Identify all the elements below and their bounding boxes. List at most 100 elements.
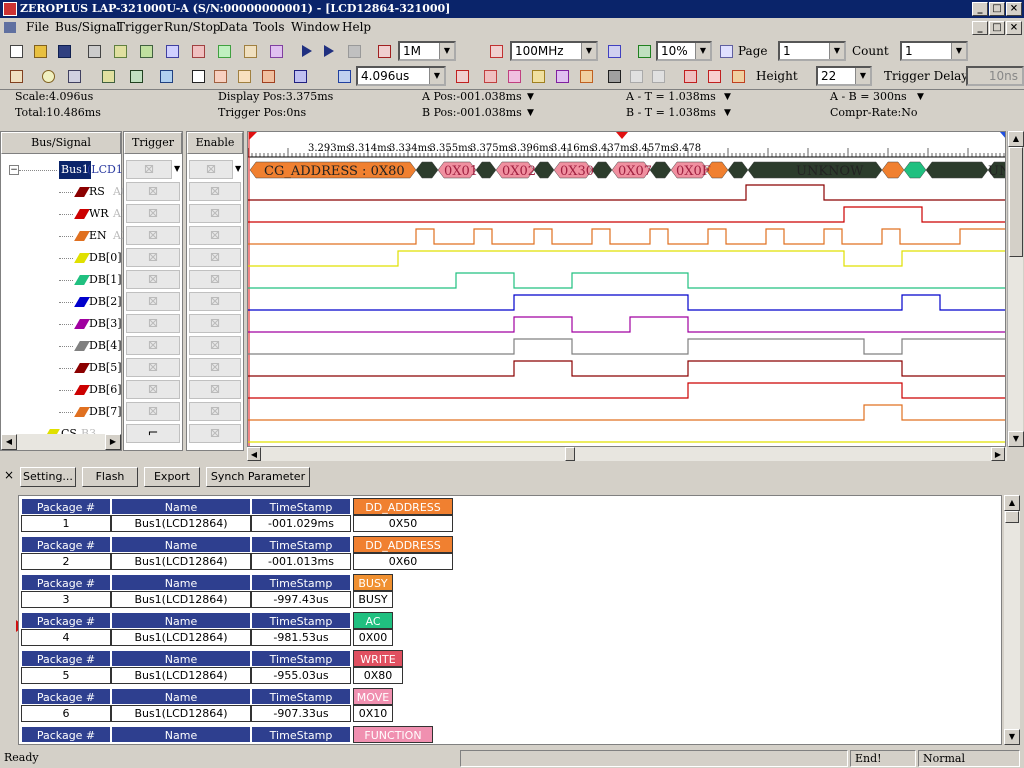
- scroll-up-icon[interactable]: ▲: [1008, 131, 1024, 147]
- packet-icon[interactable]: [98, 66, 118, 86]
- signal-trace[interactable]: [248, 228, 1006, 245]
- sample-rate-select[interactable]: 100MHz ▼: [510, 41, 598, 61]
- flash-button[interactable]: Flash: [82, 467, 138, 487]
- select-hand-icon[interactable]: [210, 66, 230, 86]
- enable-cell[interactable]: ⊠: [189, 182, 241, 201]
- search-prev-icon[interactable]: [626, 66, 646, 86]
- scroll-left-icon[interactable]: ◀: [1, 434, 17, 450]
- bar-add-icon[interactable]: [576, 66, 596, 86]
- bar-b-icon[interactable]: [528, 66, 548, 86]
- bar-cursor-icon[interactable]: [480, 66, 500, 86]
- enable-cell[interactable]: ⊠: [189, 226, 241, 245]
- scroll-right-icon[interactable]: ▶: [991, 447, 1005, 461]
- menu-run-stop[interactable]: Run/Stop: [164, 18, 220, 37]
- signal-row[interactable]: DB[2]: [1, 291, 121, 313]
- waveform-svg[interactable]: 3.293ms3.314ms3.334ms3.355ms3.375ms3.396…: [248, 132, 1006, 447]
- scale-select[interactable]: 4.096us ▼: [356, 66, 446, 86]
- run-icon[interactable]: [298, 41, 318, 61]
- enable-cell[interactable]: ⊠: [189, 314, 241, 333]
- menu-trigger[interactable]: Trigger: [117, 18, 163, 37]
- signal-row[interactable]: DB[4]: [1, 335, 121, 357]
- menu-data[interactable]: Data: [219, 18, 248, 37]
- memory-depth-select[interactable]: 1M ▼: [398, 41, 456, 61]
- menu-window[interactable]: Window: [291, 18, 340, 37]
- signal-add-icon[interactable]: [162, 41, 182, 61]
- height-select[interactable]: 22 ▼: [816, 66, 872, 86]
- bus-segment[interactable]: [925, 161, 989, 179]
- hscroll-thumb[interactable]: [565, 447, 575, 461]
- sample-tool-icon[interactable]: [136, 41, 156, 61]
- print-icon[interactable]: [84, 41, 104, 61]
- chart-icon[interactable]: [156, 66, 176, 86]
- count-select[interactable]: 1 ▼: [900, 41, 968, 61]
- collapse-icon[interactable]: −: [9, 165, 19, 175]
- signal-row[interactable]: WR A1: [1, 203, 128, 225]
- trigger-cell[interactable]: ⊠: [126, 160, 172, 179]
- search-icon[interactable]: [604, 66, 624, 86]
- bus-signal-header[interactable]: Bus/Signal: [1, 132, 121, 154]
- enable-cell[interactable]: ⊠: [189, 358, 241, 377]
- waveform-vscroll[interactable]: ▲ ▼: [1007, 131, 1024, 447]
- open-folder-icon[interactable]: [30, 41, 50, 61]
- scroll-down-icon[interactable]: ▼: [1008, 431, 1024, 447]
- packet-vscroll[interactable]: ▲ ▼: [1004, 495, 1020, 745]
- bus-segment[interactable]: [727, 161, 749, 179]
- close-panel-icon[interactable]: ×: [4, 468, 14, 482]
- trigger-cell[interactable]: ⊠: [126, 314, 180, 333]
- setting-button[interactable]: Setting...: [20, 467, 76, 487]
- scroll-up-icon[interactable]: ▲: [1004, 495, 1020, 511]
- trigger-cell[interactable]: ⊠: [126, 226, 180, 245]
- color-icon[interactable]: [728, 66, 748, 86]
- settings-icon[interactable]: [64, 66, 84, 86]
- signal-trace[interactable]: [248, 338, 1006, 355]
- enable-cell[interactable]: ⊠: [189, 248, 241, 267]
- home-icon[interactable]: [6, 66, 26, 86]
- scroll-left-icon[interactable]: ◀: [247, 447, 261, 461]
- scroll-down-icon[interactable]: ▼: [1004, 729, 1020, 745]
- waveform-hscroll[interactable]: ◀ ▶: [247, 447, 1007, 461]
- bus-segment[interactable]: [591, 161, 613, 179]
- signal-row[interactable]: DB[7]: [1, 401, 121, 423]
- grid-icon[interactable]: [290, 66, 310, 86]
- chevron-down-icon[interactable]: ▼: [174, 164, 180, 173]
- signal-row[interactable]: RS A0: [1, 181, 128, 203]
- signal-row[interactable]: DB[5]: [1, 357, 121, 379]
- a-t-dropdown-icon[interactable]: ▼: [724, 92, 731, 102]
- a-b-dropdown-icon[interactable]: ▼: [917, 92, 924, 102]
- signal-trace[interactable]: [248, 272, 1006, 289]
- signal-trace[interactable]: [248, 382, 1006, 399]
- synch-parameter-button[interactable]: Synch Parameter: [206, 467, 310, 487]
- bus-segment[interactable]: [649, 161, 672, 179]
- signal-trace[interactable]: [248, 250, 1006, 267]
- signal-trace[interactable]: [248, 404, 1006, 421]
- zoom-box-icon[interactable]: [258, 66, 278, 86]
- enable-cell[interactable]: ⊠: [189, 204, 241, 223]
- signal-trace[interactable]: [248, 360, 1006, 377]
- bus-segment[interactable]: [475, 161, 497, 179]
- close-button[interactable]: ×: [1006, 2, 1022, 16]
- signal-trace[interactable]: [248, 184, 1006, 201]
- compare-icon[interactable]: [266, 41, 286, 61]
- list-icon[interactable]: [126, 66, 146, 86]
- trigger-cell[interactable]: ⊠: [126, 270, 180, 289]
- signal-list-hscroll[interactable]: ◀ ▶: [1, 434, 121, 450]
- enable-cell[interactable]: ⊠: [189, 424, 241, 443]
- hand-icon[interactable]: [234, 66, 254, 86]
- bus-segment[interactable]: [881, 161, 905, 179]
- b-pos-dropdown-icon[interactable]: ▼: [527, 108, 534, 118]
- b-t-dropdown-icon[interactable]: ▼: [724, 108, 731, 118]
- menu-bus-signal[interactable]: Bus/Signal: [55, 18, 120, 37]
- enable-header[interactable]: Enable: [187, 132, 243, 154]
- enable-cell[interactable]: ⊠: [189, 160, 233, 179]
- enable-cell[interactable]: ⊠: [189, 336, 241, 355]
- trigger-jump-icon[interactable]: [452, 66, 472, 86]
- trigger-setup-icon[interactable]: [680, 66, 700, 86]
- trigger-cell[interactable]: ⊠: [126, 336, 180, 355]
- trigger-cell[interactable]: ⊠: [126, 292, 180, 311]
- packet-vscroll-thumb[interactable]: [1005, 511, 1019, 523]
- vscroll-thumb[interactable]: [1009, 147, 1023, 257]
- cursor-a-icon[interactable]: [188, 41, 208, 61]
- trigger-cell[interactable]: ⌐: [126, 424, 180, 443]
- trigger-cell[interactable]: ⊠: [126, 402, 180, 421]
- bar-trigger-icon[interactable]: [552, 66, 572, 86]
